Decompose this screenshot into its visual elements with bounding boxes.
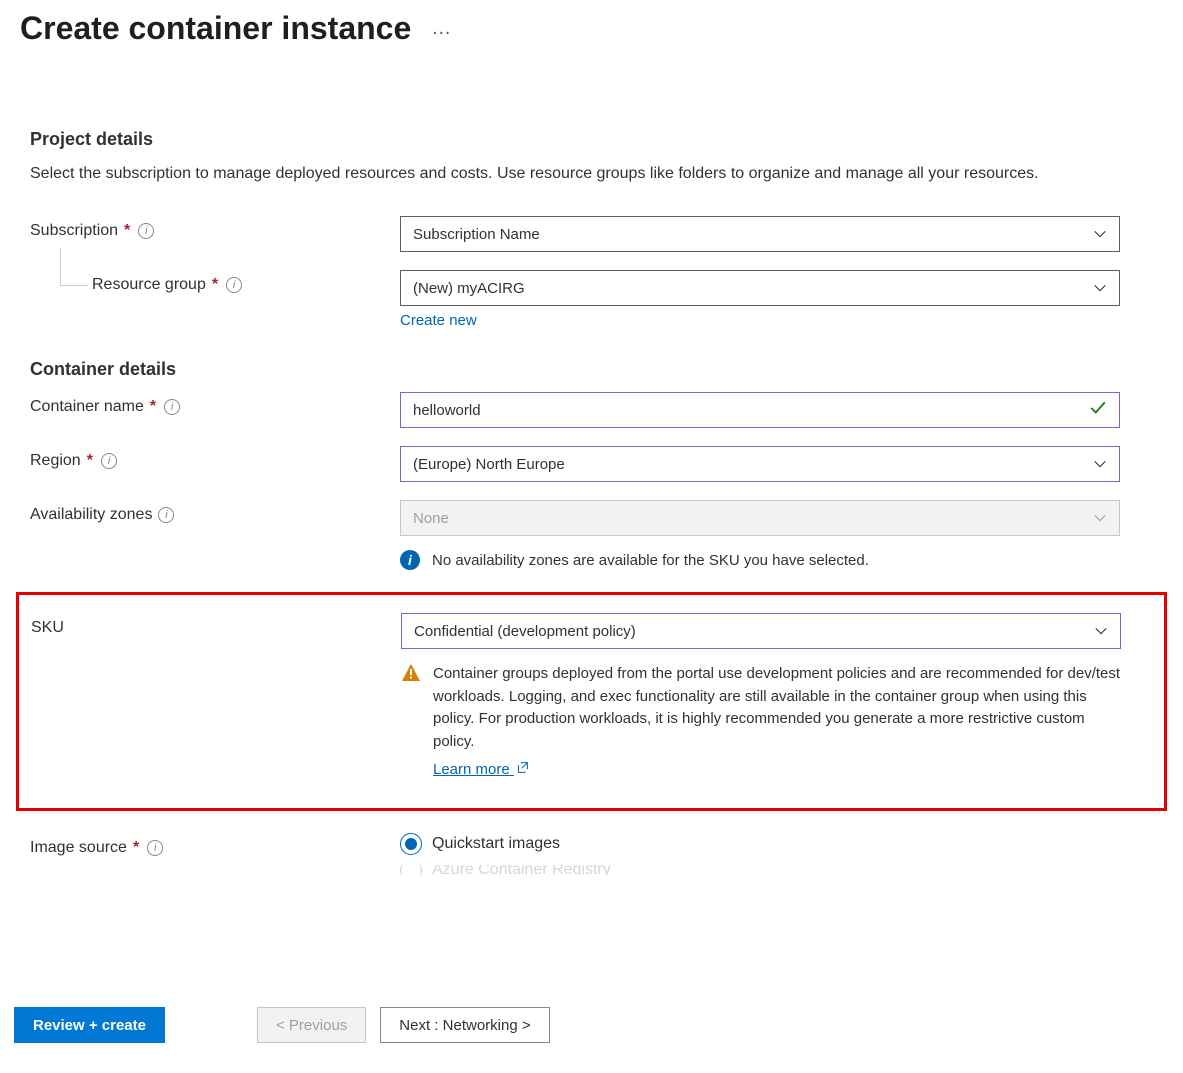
subscription-dropdown[interactable]: Subscription Name — [400, 216, 1120, 252]
next-button[interactable]: Next : Networking > — [380, 1007, 549, 1043]
container-name-input[interactable]: helloworld — [400, 392, 1120, 428]
required-asterisk: * — [212, 276, 218, 294]
subscription-label: Subscription — [30, 222, 118, 240]
required-asterisk: * — [150, 398, 156, 416]
sku-value: Confidential (development policy) — [414, 623, 636, 640]
info-icon[interactable]: i — [226, 277, 242, 293]
sku-label: SKU — [31, 619, 64, 637]
availability-zones-value: None — [413, 510, 449, 527]
sku-dropdown[interactable]: Confidential (development policy) — [401, 613, 1121, 649]
info-icon[interactable]: i — [164, 399, 180, 415]
image-source-option-0: Quickstart images — [432, 835, 560, 853]
valid-check-icon — [1089, 399, 1107, 421]
required-asterisk: * — [87, 452, 93, 470]
review-create-button[interactable]: Review + create — [14, 1007, 165, 1043]
create-new-link[interactable]: Create new — [400, 312, 477, 329]
subscription-value: Subscription Name — [413, 226, 540, 243]
image-source-quickstart-radio[interactable] — [400, 833, 422, 855]
region-value: (Europe) North Europe — [413, 456, 565, 473]
region-label: Region — [30, 452, 81, 470]
project-details-heading: Project details — [30, 129, 1153, 150]
info-icon[interactable]: i — [101, 453, 117, 469]
info-solid-icon: i — [400, 550, 420, 570]
chevron-down-icon — [1093, 227, 1107, 241]
availability-zones-info: No availability zones are available for … — [432, 552, 869, 569]
availability-zones-dropdown: None — [400, 500, 1120, 536]
image-source-option-1: Azure Container Registry — [432, 865, 611, 875]
chevron-down-icon — [1093, 281, 1107, 295]
chevron-down-icon — [1093, 457, 1107, 471]
project-details-desc: Select the subscription to manage deploy… — [30, 162, 1153, 186]
resource-group-label: Resource group — [92, 276, 206, 294]
page-title: Create container instance — [20, 10, 411, 47]
footer-bar: Review + create < Previous Next : Networ… — [0, 988, 1183, 1073]
resource-group-value: (New) myACIRG — [413, 280, 525, 297]
required-asterisk: * — [124, 222, 130, 240]
region-dropdown[interactable]: (Europe) North Europe — [400, 446, 1120, 482]
container-name-value: helloworld — [413, 402, 481, 419]
chevron-down-icon — [1093, 511, 1107, 525]
sku-highlight-box: SKU Confidential (development policy) Co… — [16, 592, 1167, 811]
sku-learn-more-link[interactable]: Learn more — [433, 759, 529, 782]
tree-line — [60, 248, 88, 286]
previous-button: < Previous — [257, 1007, 366, 1043]
more-menu-icon[interactable]: … — [431, 17, 452, 40]
external-link-icon — [516, 759, 529, 782]
sku-warning-text: Container groups deployed from the porta… — [433, 665, 1120, 750]
image-source-label: Image source — [30, 839, 127, 857]
resource-group-dropdown[interactable]: (New) myACIRG — [400, 270, 1120, 306]
required-asterisk: * — [133, 839, 139, 857]
image-source-acr-radio[interactable] — [400, 865, 422, 875]
warning-icon — [401, 663, 421, 683]
chevron-down-icon — [1094, 624, 1108, 638]
container-details-heading: Container details — [30, 359, 1153, 380]
info-icon[interactable]: i — [138, 223, 154, 239]
info-icon[interactable]: i — [147, 840, 163, 856]
availability-zones-label: Availability zones — [30, 506, 152, 524]
container-name-label: Container name — [30, 398, 144, 416]
info-icon[interactable]: i — [158, 507, 174, 523]
